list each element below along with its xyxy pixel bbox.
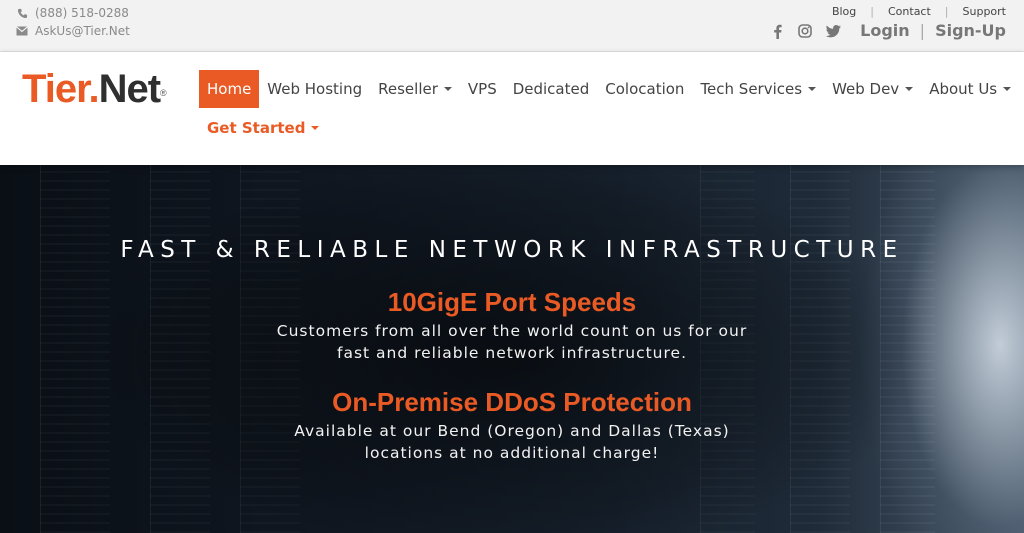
nav-colocation[interactable]: Colocation <box>597 70 692 108</box>
tiernet-logo[interactable]: Tier.Net® <box>22 67 167 111</box>
nav-home[interactable]: Home <box>199 70 260 108</box>
caret-down-icon <box>1003 86 1012 91</box>
caret-down-icon <box>311 125 320 130</box>
nav-label: Home <box>207 80 252 98</box>
main-nav: Home Web Hosting Reseller VPS Dedicated … <box>199 70 1019 108</box>
registered-mark: ® <box>160 88 167 98</box>
email-contact[interactable]: AskUs@Tier.Net <box>16 24 130 38</box>
nav-dedicated[interactable]: Dedicated <box>505 70 598 108</box>
site-header: Tier.Net® Home Web Hosting Reseller VPS … <box>0 52 1024 165</box>
nav-label: Tech Services <box>700 80 803 98</box>
email-address: AskUs@Tier.Net <box>35 24 130 38</box>
top-utility-bar: (888) 518-0288 AskUs@Tier.Net Blog | Con… <box>0 0 1024 52</box>
feature-title: On-Premise DDoS Protection <box>332 387 692 417</box>
twitter-icon[interactable] <box>825 23 841 39</box>
logo-dot: . <box>88 67 99 111</box>
logo-part-net: Net <box>98 67 161 111</box>
contact-link[interactable]: Contact <box>888 5 931 18</box>
caret-down-icon <box>808 86 817 91</box>
nav-get-started[interactable]: Get Started <box>199 109 327 147</box>
divider: | <box>919 21 926 40</box>
feature-line: Customers from all over the world count … <box>276 322 748 340</box>
facebook-icon[interactable] <box>769 23 785 39</box>
nav-tech-services[interactable]: Tech Services <box>692 70 824 108</box>
feature-description: Available at our Bend (Oregon) and Dalla… <box>0 420 1024 464</box>
hero-banner: FAST & RELIABLE NETWORK INFRASTRUCTURE 1… <box>0 165 1024 533</box>
signup-link[interactable]: Sign-Up <box>935 21 1006 40</box>
top-links: Blog | Contact | Support <box>832 5 1006 18</box>
nav-reseller[interactable]: Reseller <box>370 70 460 108</box>
support-link[interactable]: Support <box>963 5 1006 18</box>
social-links <box>769 23 841 39</box>
feature-line: Available at our Bend (Oregon) and Dalla… <box>294 422 730 440</box>
feature-description: Customers from all over the world count … <box>0 320 1024 364</box>
nav-label: Colocation <box>605 80 685 98</box>
blog-link[interactable]: Blog <box>832 5 856 18</box>
caret-down-icon <box>905 86 914 91</box>
secondary-nav: Get Started <box>199 109 327 147</box>
divider: | <box>870 5 874 18</box>
nav-vps[interactable]: VPS <box>460 70 505 108</box>
logo-part-tier: Tier <box>22 67 89 111</box>
auth-links: Login | Sign-Up <box>860 21 1006 40</box>
feature-title: 10GigE Port Speeds <box>387 287 637 317</box>
hero-title: FAST & RELIABLE NETWORK INFRASTRUCTURE <box>120 237 904 263</box>
feature-line: locations at no additional charge! <box>364 444 660 462</box>
login-link[interactable]: Login <box>860 21 910 40</box>
phone-icon <box>16 7 28 19</box>
nav-label: Reseller <box>378 80 438 98</box>
feature-line: fast and reliable network infrastructure… <box>336 344 687 362</box>
phone-number: (888) 518-0288 <box>35 6 129 20</box>
nav-label: VPS <box>467 80 497 98</box>
nav-about-us[interactable]: About Us <box>921 70 1019 108</box>
nav-label: Dedicated <box>512 80 590 98</box>
envelope-icon <box>16 25 28 37</box>
nav-web-hosting[interactable]: Web Hosting <box>259 70 370 108</box>
phone-contact[interactable]: (888) 518-0288 <box>16 6 129 20</box>
nav-label: Web Dev <box>832 80 900 98</box>
instagram-icon[interactable] <box>797 23 813 39</box>
nav-label: About Us <box>929 80 998 98</box>
nav-label: Web Hosting <box>267 80 363 98</box>
nav-web-dev[interactable]: Web Dev <box>824 70 921 108</box>
divider: | <box>944 5 949 18</box>
caret-down-icon <box>443 86 452 91</box>
nav-label: Get Started <box>207 119 306 137</box>
